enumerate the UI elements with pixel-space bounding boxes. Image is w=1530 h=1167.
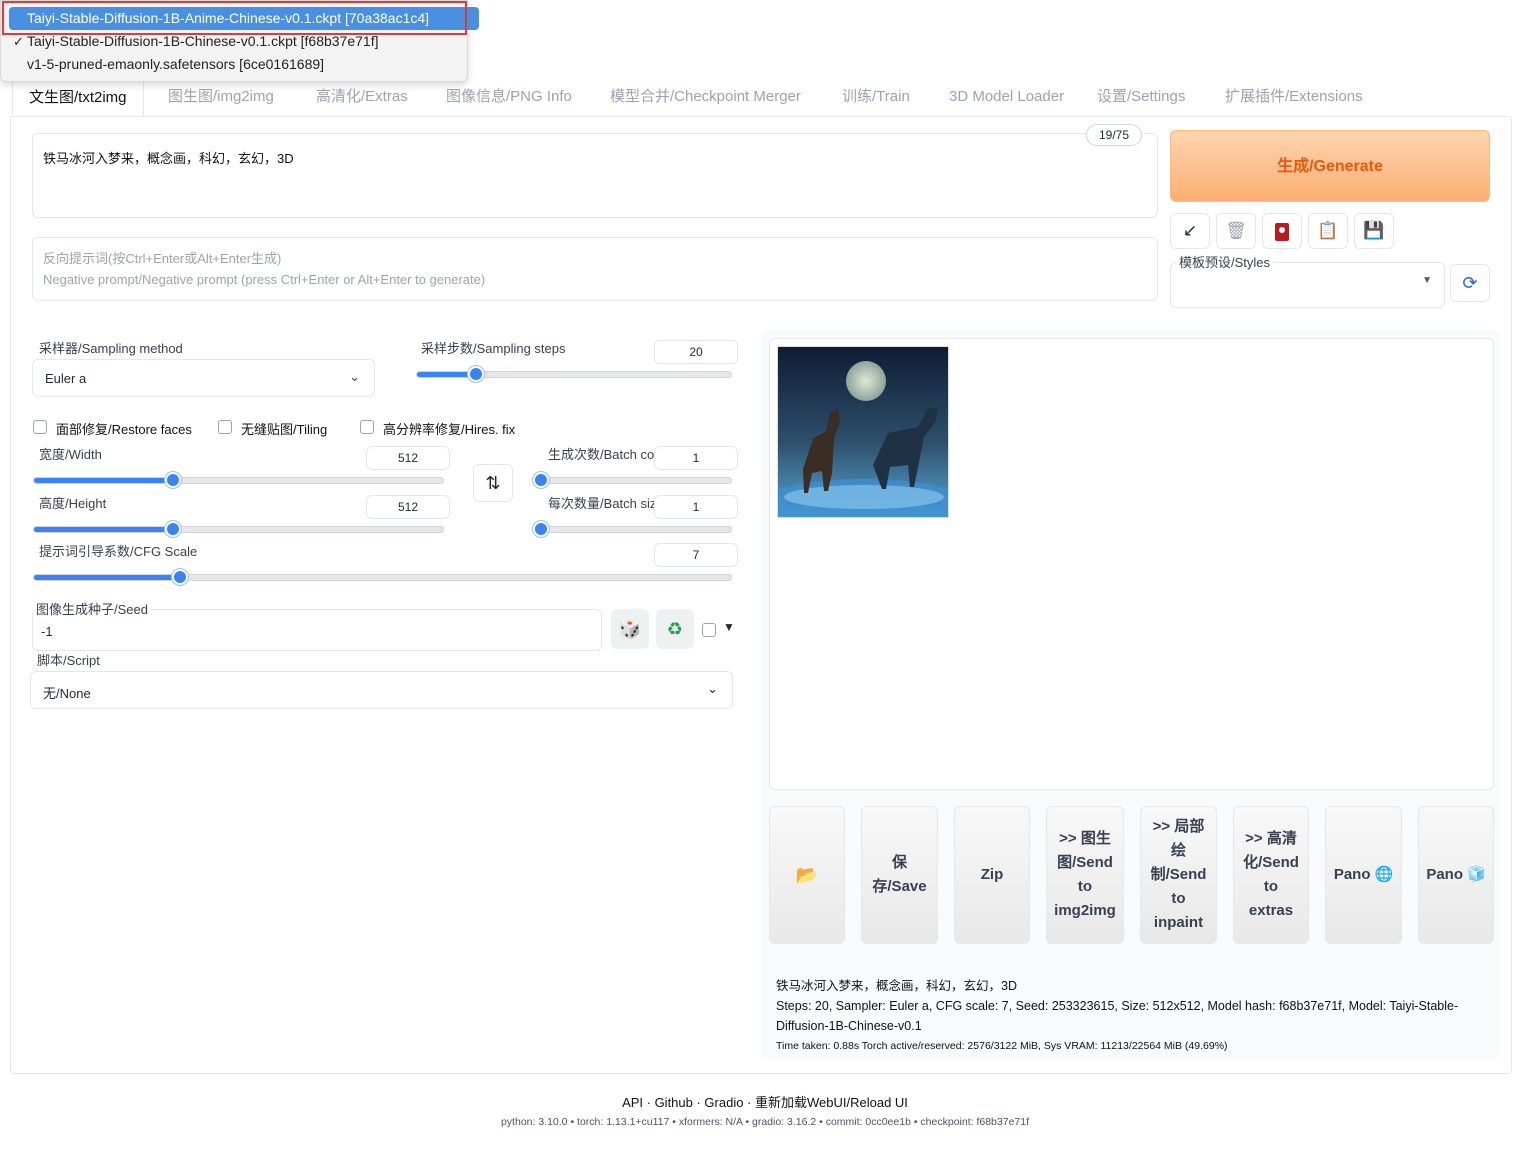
tab-img2img[interactable]: 图生图/img2img	[168, 78, 274, 116]
save-button[interactable]: 保存/Save	[861, 806, 938, 944]
width-label: 宽度/Width	[39, 447, 102, 462]
highlight-box	[2, 1, 467, 35]
batch-count-label: 生成次数/Batch count	[548, 447, 656, 462]
script-value: 无/None	[43, 686, 91, 701]
sampling-steps-thumb[interactable]	[468, 366, 485, 382]
sampling-method-value: Euler a	[45, 371, 87, 386]
send-to-extras-button[interactable]: >> 高清化/Send to extras	[1233, 806, 1309, 944]
send-to-inpaint-label: >> 局部绘制/Send to inpaint	[1150, 818, 1207, 931]
footer-links[interactable]: API · Github · Gradio · 重新加载WebUI/Reload…	[0, 1092, 1530, 1111]
batch-count-input[interactable]: 1	[654, 446, 738, 470]
globe-icon: 🌐	[1374, 866, 1394, 883]
pano-label-1: Pano	[1333, 866, 1371, 883]
send-to-img2img-button[interactable]: >> 图生图/Send to img2img	[1046, 806, 1124, 944]
sampling-method-select[interactable]: Euler a ⌄	[32, 359, 375, 397]
folder-icon: 📂	[795, 865, 819, 885]
token-counter: 19/75	[1086, 124, 1142, 146]
seed-label: 图像生成种子/Seed	[33, 599, 151, 618]
pano-button-2[interactable]: Pano 🧊	[1418, 806, 1494, 944]
height-label: 高度/Height	[39, 496, 107, 511]
sampling-steps-label: 采样步数/Sampling steps	[421, 341, 566, 356]
hires-fix-label: 高分辨率修复/Hires. fix	[383, 422, 516, 437]
checkpoint-option-label: Taiyi-Stable-Diffusion-1B-Chinese-v0.1.c…	[27, 33, 379, 49]
red-card-icon[interactable]	[1262, 213, 1302, 249]
width-slider[interactable]	[33, 477, 444, 484]
chevron-down-icon: ⌄	[707, 681, 718, 696]
tab-bar: 文生图/txt2img 图生图/img2img 高清化/Extras 图像信息/…	[10, 78, 1510, 117]
generate-button[interactable]: 生成/Generate	[1170, 130, 1490, 202]
caret-down-icon: ▼	[1422, 275, 1432, 286]
send-to-extras-label: >> 高清化/Send to extras	[1243, 830, 1299, 919]
batch-size-label: 每次数量/Batch size	[548, 496, 656, 511]
footer-versions: python: 3.10.0 • torch: 1.13.1+cu117 • x…	[500, 1116, 1030, 1128]
height-slider[interactable]	[33, 526, 444, 533]
chevron-down-icon: ⌄	[349, 369, 360, 384]
tab-train[interactable]: 训练/Train	[842, 78, 910, 116]
tab-txt2img[interactable]: 文生图/txt2img	[12, 78, 144, 117]
dice-icon[interactable]: 🎲	[611, 609, 649, 649]
generated-image[interactable]	[777, 346, 949, 518]
save-disk-icon[interactable]: 💾	[1354, 213, 1394, 249]
batch-size-thumb[interactable]	[533, 521, 549, 537]
pano-button-1[interactable]: Pano 🌐	[1325, 806, 1402, 944]
negative-prompt-placeholder-cn: 反向提示词(按Ctrl+Enter或Alt+Enter生成)	[43, 251, 282, 266]
cube-icon: 🧊	[1467, 866, 1486, 883]
restore-faces-label: 面部修复/Restore faces	[56, 422, 192, 437]
send-to-inpaint-button[interactable]: >> 局部绘制/Send to inpaint	[1140, 806, 1217, 944]
height-thumb[interactable]	[164, 521, 181, 537]
script-label: 脚本/Script	[37, 653, 100, 668]
negative-prompt-input[interactable]: 反向提示词(按Ctrl+Enter或Alt+Enter生成) Negative …	[32, 237, 1158, 301]
open-folder-button[interactable]: 📂	[769, 806, 845, 944]
width-thumb[interactable]	[164, 472, 181, 488]
batch-count-thumb[interactable]	[533, 472, 549, 488]
refresh-icon[interactable]: ⟳	[1450, 264, 1490, 302]
trash-icon[interactable]: 🗑	[1216, 213, 1256, 249]
restore-faces-checkbox[interactable]	[33, 420, 47, 434]
seed-value: -1	[41, 624, 53, 639]
hires-fix-checkbox[interactable]	[360, 420, 374, 434]
tab-extras[interactable]: 高清化/Extras	[316, 78, 408, 116]
swap-dimensions-icon[interactable]: ⇅	[473, 464, 513, 502]
zip-button-label: Zip	[980, 866, 1004, 883]
output-prompt: 铁马冰河入梦来，概念画，科幻，玄幻，3D	[776, 979, 1017, 993]
checkpoint-option-v15[interactable]: v1-5-pruned-emaonly.safetensors [6ce0161…	[9, 53, 324, 76]
tiling-label: 无缝贴图/Tiling	[241, 422, 328, 437]
pano-label-2: Pano	[1426, 866, 1463, 883]
tab-extensions[interactable]: 扩展插件/Extensions	[1225, 78, 1363, 116]
clipboard-icon[interactable]: 📋	[1308, 213, 1348, 249]
prompt-text: 铁马冰河入梦来，概念画，科幻，玄幻，3D	[43, 151, 294, 166]
styles-label: 模板预设/Styles	[1176, 252, 1274, 271]
sampling-steps-input[interactable]: 20	[654, 340, 738, 364]
cfg-scale-label: 提示词引导系数/CFG Scale	[39, 544, 198, 559]
tab-png-info[interactable]: 图像信息/PNG Info	[446, 78, 572, 116]
prompt-input[interactable]: 铁马冰河入梦来，概念画，科幻，玄幻，3D	[32, 133, 1158, 218]
batch-size-input[interactable]: 1	[654, 495, 738, 519]
width-input[interactable]: 512	[366, 446, 450, 470]
output-timing: Time taken: 0.88s Torch active/reserved:…	[776, 1040, 1228, 1052]
cfg-scale-slider[interactable]	[33, 574, 732, 581]
negative-prompt-placeholder-en: Negative prompt/Negative prompt (press C…	[43, 272, 486, 287]
save-button-label: 保存/Save	[872, 854, 927, 895]
tab-checkpoint-merger[interactable]: 模型合并/Checkpoint Merger	[610, 78, 801, 116]
send-to-img2img-label: >> 图生图/Send to img2img	[1054, 830, 1116, 919]
batch-count-slider[interactable]	[541, 477, 732, 484]
cfg-scale-input[interactable]: 7	[654, 543, 738, 567]
output-params: Steps: 20, Sampler: Euler a, CFG scale: …	[776, 999, 1459, 1033]
tab-3d-model-loader[interactable]: 3D Model Loader	[949, 78, 1064, 116]
batch-size-slider[interactable]	[541, 526, 732, 533]
tiling-checkbox[interactable]	[218, 420, 232, 434]
triangle-down-icon[interactable]: ▼	[723, 620, 735, 634]
height-input[interactable]: 512	[366, 495, 450, 519]
arrow-down-left-icon[interactable]: ↙	[1170, 213, 1210, 249]
cfg-scale-thumb[interactable]	[171, 569, 188, 585]
script-select[interactable]: 无/None ⌄	[30, 671, 733, 709]
tab-settings[interactable]: 设置/Settings	[1097, 78, 1185, 116]
sampling-steps-slider[interactable]	[416, 371, 732, 378]
recycle-icon[interactable]: ♻	[656, 609, 694, 649]
extra-seed-checkbox[interactable]	[702, 623, 716, 637]
zip-button[interactable]: Zip	[954, 806, 1030, 944]
sampling-method-label: 采样器/Sampling method	[39, 341, 183, 356]
